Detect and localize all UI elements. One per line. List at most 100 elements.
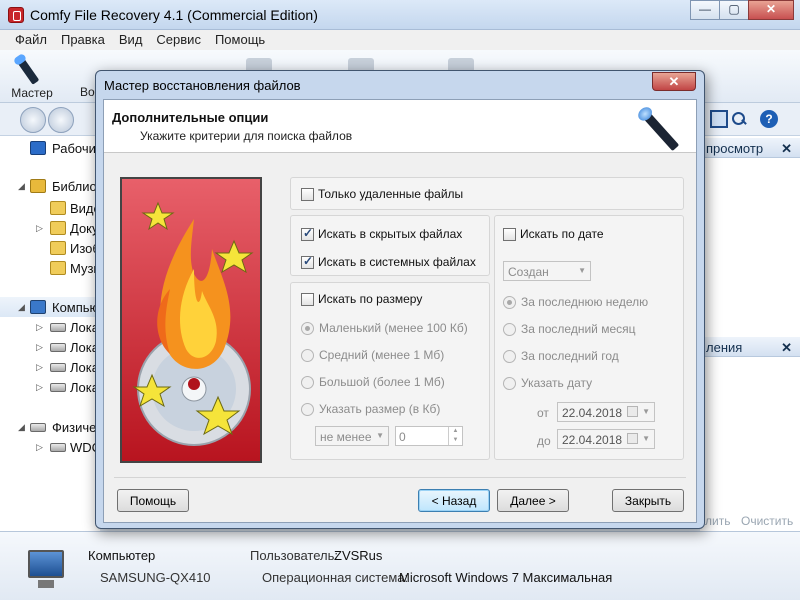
tree-item-libraries[interactable]: ◢ Библиотеки [0,176,100,196]
date-last-month-radio[interactable]: За последний месяц [503,321,636,337]
checkbox-box[interactable] [301,187,314,201]
help-icon[interactable]: ? [760,110,778,128]
tree-item-physical-disks[interactable]: ◢ Физические диски [0,417,100,437]
radio-button[interactable] [503,322,516,336]
radio-button[interactable] [503,376,516,390]
user-value: ZVSRus [334,548,383,563]
flame-disc-illustration [132,201,254,446]
back-arrow-icon[interactable] [20,107,46,133]
menu-file[interactable]: Файл [8,30,54,50]
tree-item-label: Компьютер [52,300,100,315]
date-custom-radio[interactable]: Указать дату [503,375,592,391]
stepper-arrows-icon[interactable]: ▲ ▼ [448,427,462,445]
next-button[interactable]: Далее > [497,489,569,512]
tree-item-music[interactable]: Музыка [0,258,100,278]
calendar-icon[interactable] [627,433,638,444]
save-icon[interactable] [710,110,728,128]
minimize-button[interactable]: — [690,0,720,20]
apply-link[interactable]: лить [705,514,730,528]
size-value-stepper[interactable]: 0 ▲ ▼ [395,426,463,446]
date-type-dropdown[interactable]: Создан ▼ [503,261,591,281]
expand-arrow-icon[interactable]: ▷ [36,323,44,332]
radio-button[interactable] [301,402,314,416]
checkbox-box[interactable] [301,292,314,306]
deleted-only-checkbox[interactable]: Только удаленные файлы [301,186,463,202]
dialog-body: Дополнительные опции Укажите критерии дл… [103,99,697,523]
main-title-bar: Comfy File Recovery 4.1 (Commercial Edit… [0,0,800,30]
size-custom-radio[interactable]: Указать размер (в Кб) [301,401,440,417]
help-button[interactable]: Помощь [117,489,189,512]
forward-arrow-icon[interactable] [48,107,74,133]
folder-icon [50,221,66,235]
tree-item-video[interactable]: Видео [0,198,100,218]
radio-label: Маленький (менее 100 Кб) [319,321,468,335]
expand-arrow-icon[interactable]: ▷ [36,343,44,352]
tree-item-wdc[interactable]: ▷ WDC [0,437,100,457]
chevron-down-icon[interactable]: ▼ [642,407,650,416]
chevron-down-icon: ▼ [578,266,586,275]
size-mode-dropdown[interactable]: не менее ▼ [315,426,389,446]
library-icon [30,179,46,193]
expand-arrow-icon[interactable]: ▷ [36,383,44,392]
clear-link[interactable]: Очистить [741,514,793,528]
computer-label: Компьютер [88,548,156,563]
size-large-radio[interactable]: Большой (более 1 Мб) [301,374,445,390]
tree-item-documents[interactable]: ▷ Документы [0,218,100,238]
checkbox-label: Только удаленные файлы [318,187,464,201]
close-icon[interactable]: ✕ [781,340,792,356]
radio-button[interactable] [301,375,314,389]
window-title: Comfy File Recovery 4.1 (Commercial Edit… [30,7,318,23]
calendar-icon[interactable] [627,406,638,417]
checkbox-box[interactable] [301,254,314,269]
tree-item-desktop[interactable]: Рабочий стол [0,138,100,158]
maximize-button[interactable]: ▢ [719,0,749,20]
expand-arrow-icon[interactable]: ▷ [36,443,44,452]
date-last-year-radio[interactable]: За последний год [503,348,619,364]
radio-button[interactable] [503,349,516,363]
chevron-down-icon[interactable]: ▼ [642,434,650,443]
dialog-title: Мастер восстановления файлов [104,78,301,93]
menu-view[interactable]: Вид [112,30,150,50]
close-icon[interactable]: ✕ [781,141,792,157]
to-date-picker[interactable]: 22.04.2018 ▼ [557,429,655,449]
checkbox-box[interactable] [503,227,516,241]
tree-item-local-disk[interactable]: ▷ Локальный диск [0,337,100,357]
search-icon[interactable] [730,110,748,128]
search-by-date-checkbox[interactable]: Искать по дате [503,226,604,242]
radio-label: Указать дату [521,376,593,390]
tree-item-local-disk[interactable]: ▷ Локальный диск [0,377,100,397]
collapse-arrow-icon[interactable]: ◢ [18,182,26,191]
checkbox-box[interactable] [301,226,314,241]
search-by-size-checkbox[interactable]: Искать по размеру [301,291,422,307]
back-button[interactable]: < Назад [418,489,490,512]
tree-item-local-disk[interactable]: ▷ Локальный диск [0,357,100,377]
search-hidden-checkbox[interactable]: Искать в скрытых файлах [301,226,462,242]
user-label: Пользователь: [250,548,338,563]
menu-edit[interactable]: Правка [54,30,112,50]
tree-item-computer[interactable]: ◢ Компьютер [0,297,100,317]
radio-button[interactable] [301,348,314,362]
date-last-week-radio[interactable]: За последнюю неделю [503,294,648,310]
radio-button[interactable] [503,295,516,309]
radio-button[interactable] [301,321,314,335]
dialog-close-button[interactable]: ✕ [652,72,696,91]
size-small-radio[interactable]: Маленький (менее 100 Кб) [301,320,468,336]
menu-service[interactable]: Сервис [149,30,208,50]
from-date-picker[interactable]: 22.04.2018 ▼ [557,402,655,422]
magic-wand-icon [641,110,680,152]
radio-label: За последний месяц [521,322,636,336]
tree-item-local-disk[interactable]: ▷ Локальный диск [0,317,100,337]
tree-item-images[interactable]: Изображения [0,238,100,258]
master-button[interactable]: Мастер [4,52,60,102]
collapse-arrow-icon[interactable]: ◢ [18,423,26,432]
close-dialog-button[interactable]: Закрыть [612,489,684,512]
expand-arrow-icon[interactable]: ▷ [36,224,44,233]
close-button[interactable]: ✕ [748,0,794,20]
folder-icon [50,241,66,255]
size-medium-radio[interactable]: Средний (менее 1 Мб) [301,347,444,363]
collapse-arrow-icon[interactable]: ◢ [18,303,26,312]
computer-name: SAMSUNG-QX410 [100,570,211,585]
expand-arrow-icon[interactable]: ▷ [36,363,44,372]
search-system-checkbox[interactable]: Искать в системных файлах [301,254,476,270]
menu-help[interactable]: Помощь [208,30,272,50]
